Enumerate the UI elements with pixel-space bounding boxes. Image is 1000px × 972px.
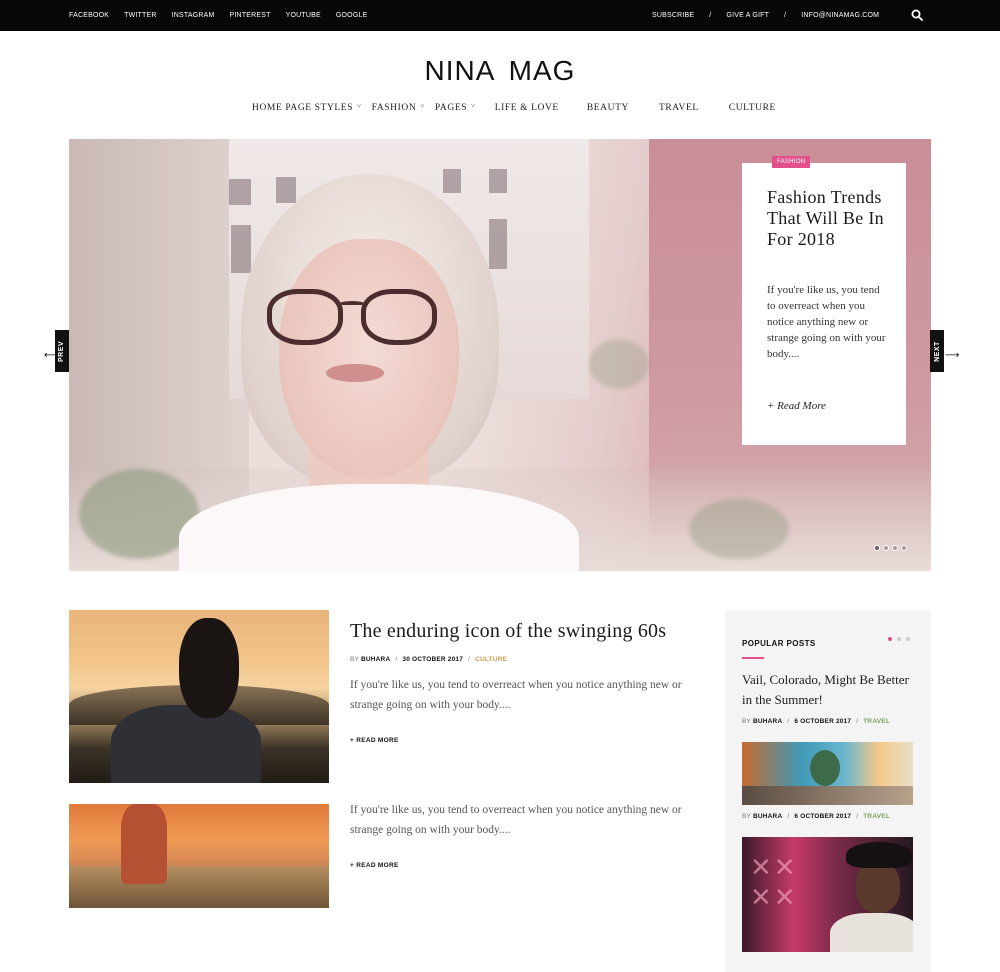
nav-item-pages[interactable]: PAGES ˅ — [434, 102, 476, 113]
prev-slide-button[interactable]: PREV — [55, 330, 69, 372]
popular-post-title[interactable]: Vail, Colorado, Might Be Better in the S… — [742, 670, 917, 710]
nav-label: HOME PAGE STYLES — [252, 103, 354, 113]
nav-label: PAGES — [434, 103, 468, 113]
slider-dot[interactable] — [888, 637, 892, 641]
separator: / — [709, 12, 712, 19]
slider-dot[interactable] — [874, 545, 880, 551]
social-link-pinterest[interactable]: PINTEREST — [230, 12, 271, 19]
nav-item-beauty[interactable]: BEAUTY — [587, 103, 629, 113]
post-excerpt: If you're like us, you tend to overreact… — [350, 679, 682, 711]
slider-dots — [874, 545, 907, 551]
slider-dot[interactable] — [892, 545, 898, 551]
top-bar-links: SUBSCRIBE / GIVE A GIFT / INFO@NINAMAG.C… — [652, 0, 879, 31]
prev-label: PREV — [58, 340, 66, 362]
chevron-down-icon: ˅ — [357, 102, 362, 110]
chevron-down-icon: ˅ — [471, 102, 476, 110]
nav-item-travel[interactable]: TRAVEL — [659, 103, 699, 113]
read-more-link[interactable]: + Read More — [767, 400, 826, 412]
popular-post-thumbnail[interactable]: ✕✕ ✕✕ — [742, 837, 913, 952]
nav-label: BEAUTY — [586, 103, 629, 113]
site-logo[interactable]: NINA MAG — [0, 55, 1000, 87]
title-underline — [742, 657, 764, 659]
category-badge[interactable]: FASHION — [772, 156, 811, 168]
arrow-right-icon[interactable]: ⟶ — [945, 351, 959, 361]
social-links: FACEBOOK TWITTER INSTAGRAM PINTEREST YOU… — [69, 0, 382, 31]
meta-by: BY — [742, 718, 751, 725]
read-more-link[interactable]: + READ MORE — [350, 737, 399, 744]
hero-caption-card: FASHION Fashion Trends That Will Be In F… — [742, 156, 906, 445]
slider-dot[interactable] — [897, 637, 901, 641]
meta-by: BY — [742, 813, 751, 820]
post-date: 6 OCTOBER 2017 — [794, 718, 852, 725]
slider-dot[interactable] — [906, 637, 910, 641]
read-more-link[interactable]: + READ MORE — [350, 862, 399, 869]
meta-by: BY — [350, 656, 359, 663]
search-icon[interactable] — [911, 9, 923, 21]
nav-item-home-page-styles[interactable]: HOME PAGE STYLES ˅ — [252, 102, 362, 113]
nav-label: LIFE & LOVE — [494, 103, 559, 113]
post-thumbnail[interactable] — [69, 610, 329, 783]
subscribe-link[interactable]: SUBSCRIBE — [652, 12, 694, 19]
nav-label: FASHION — [371, 103, 417, 113]
nav-label: CULTURE — [728, 103, 776, 113]
post-title[interactable]: The enduring icon of the swinging 60s — [350, 620, 666, 643]
popular-post-thumbnail[interactable] — [742, 742, 913, 805]
social-link-youtube[interactable]: YOUTUBE — [286, 12, 321, 19]
email-link[interactable]: INFO@NINAMAG.COM — [801, 12, 879, 19]
post-author[interactable]: BUHARA — [753, 718, 782, 725]
post-date: 30 OCTOBER 2017 — [402, 656, 464, 663]
slider-dot[interactable] — [883, 545, 889, 551]
nav-item-life-and-love[interactable]: LIFE & LOVE — [495, 103, 559, 113]
post-meta: BY BUHARA/6 OCTOBER 2017/TRAVEL — [742, 813, 890, 820]
give-a-gift-link[interactable]: GIVE A GIFT — [726, 12, 769, 19]
social-link-twitter[interactable]: TWITTER — [124, 12, 157, 19]
nav-item-fashion[interactable]: FASHION ˅ — [371, 102, 425, 113]
post-category[interactable]: CULTURE — [475, 656, 507, 663]
slider-dot[interactable] — [901, 545, 907, 551]
chevron-down-icon: ˅ — [420, 102, 425, 110]
hero-title[interactable]: Fashion Trends That Will Be In For 2018 — [767, 187, 897, 250]
widget-slider-dots — [888, 637, 910, 641]
separator: / — [784, 12, 787, 19]
next-label: NEXT — [933, 340, 941, 362]
main-nav: HOME PAGE STYLES ˅ FASHION ˅ PAGES ˅ LIF… — [252, 101, 776, 115]
next-slide-button[interactable]: NEXT — [930, 330, 944, 372]
post-date: 6 OCTOBER 2017 — [794, 813, 852, 820]
social-link-facebook[interactable]: FACEBOOK — [69, 12, 109, 19]
post-author[interactable]: BUHARA — [753, 813, 782, 820]
nav-label: TRAVEL — [658, 103, 699, 113]
post-category[interactable]: TRAVEL — [863, 813, 890, 820]
top-bar: FACEBOOK TWITTER INSTAGRAM PINTEREST YOU… — [0, 0, 1000, 31]
social-link-google[interactable]: GOOGLE — [336, 12, 368, 19]
post-author[interactable]: BUHARA — [361, 656, 390, 663]
post-thumbnail[interactable] — [69, 804, 329, 908]
hero-excerpt: If you're like us, you tend to overreact… — [767, 284, 886, 360]
popular-posts-widget: POPULAR POSTS Vail, Colorado, Might Be B… — [725, 610, 931, 972]
post-meta: BY BUHARA/30 OCTOBER 2017/CULTURE — [350, 656, 508, 663]
social-link-instagram[interactable]: INSTAGRAM — [172, 12, 215, 19]
post-category[interactable]: TRAVEL — [863, 718, 890, 725]
widget-title: POPULAR POSTS — [742, 639, 816, 648]
post-meta: BY BUHARA/6 OCTOBER 2017/TRAVEL — [742, 718, 890, 725]
post-excerpt: If you're like us, you tend to overreact… — [350, 804, 682, 836]
nav-item-culture[interactable]: CULTURE — [729, 103, 776, 113]
